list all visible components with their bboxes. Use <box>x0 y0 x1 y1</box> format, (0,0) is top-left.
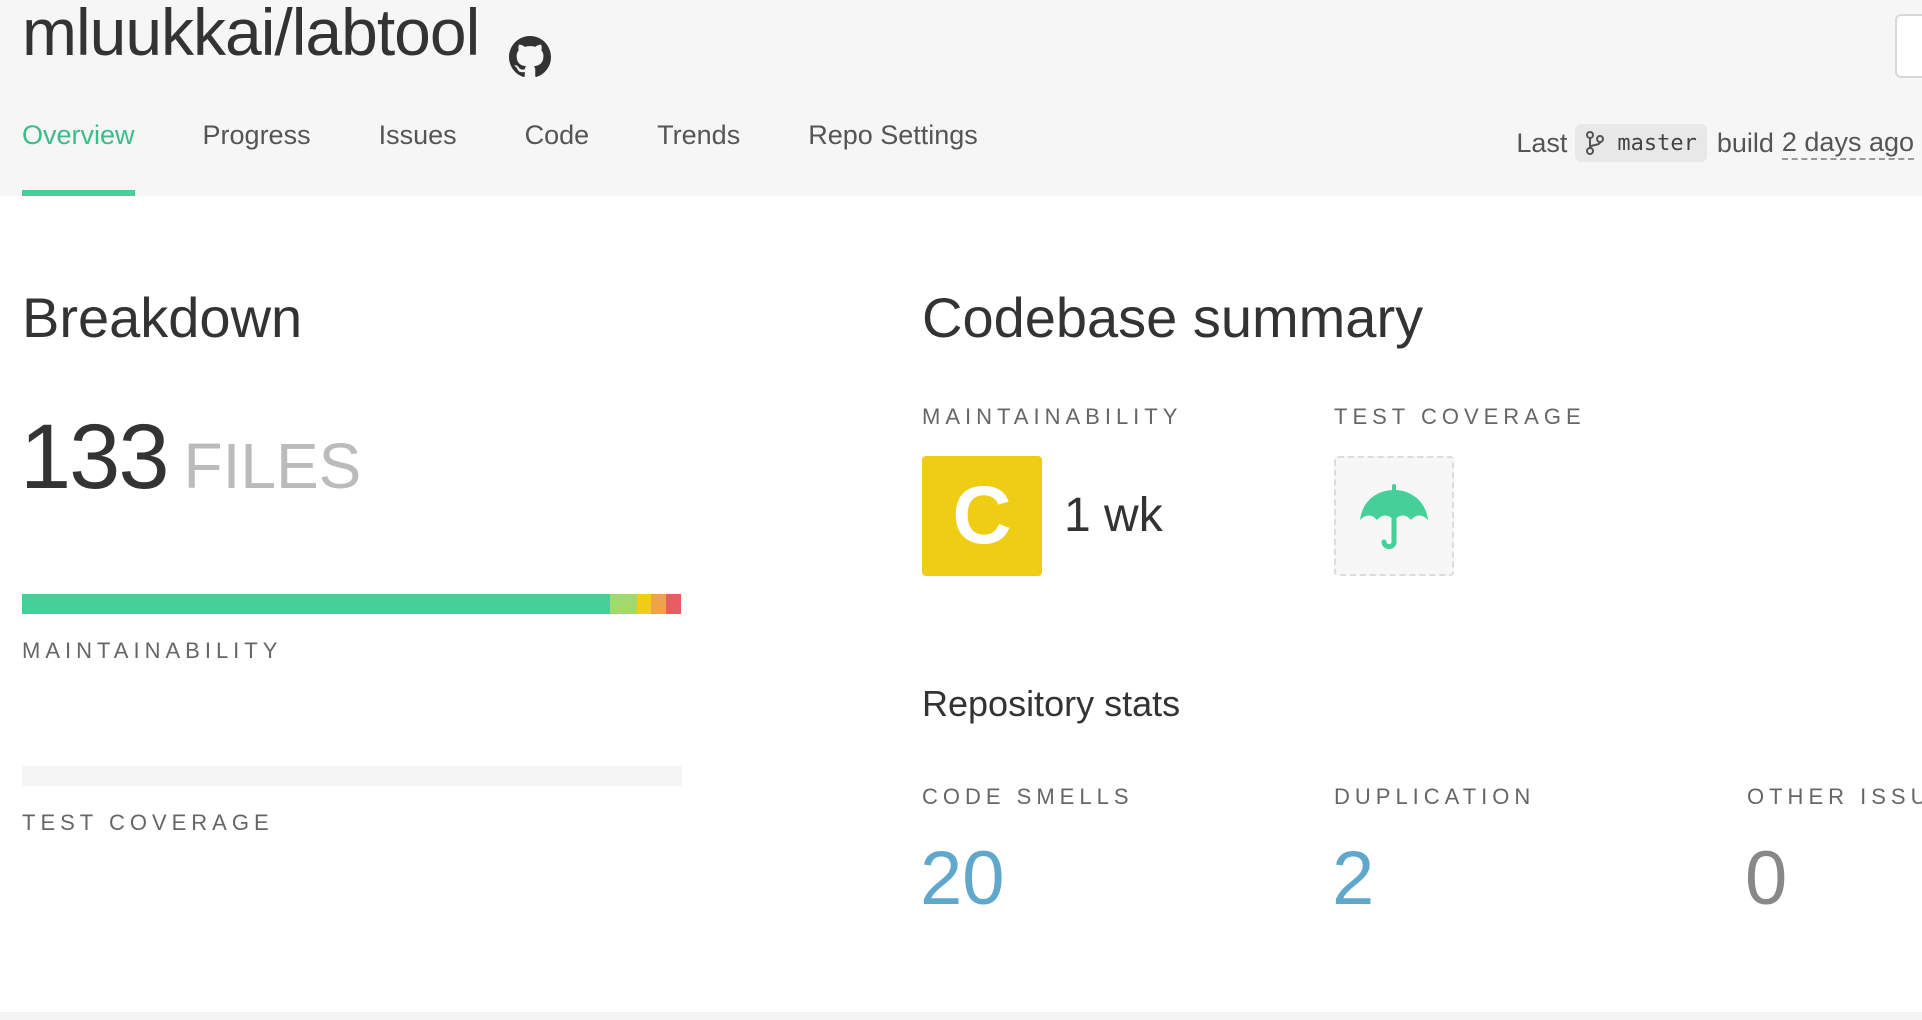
file-count-label: FILES <box>183 430 362 502</box>
other-issues-label: OTHER ISSUES <box>1747 784 1922 809</box>
branch-icon <box>1586 131 1605 155</box>
maintainability-distribution-bar[interactable] <box>22 594 681 614</box>
maintainability-segment-a[interactable] <box>22 594 610 614</box>
repo-name[interactable]: mluukkai/labtool <box>22 0 480 72</box>
technical-debt-value[interactable]: 1 wk <box>1064 488 1163 543</box>
breakdown-test-coverage-label: TEST COVERAGE <box>22 810 274 835</box>
repository-stats-title: Repository stats <box>922 683 1181 724</box>
tab-repo-settings[interactable]: Repo Settings <box>808 120 978 196</box>
last-build-prefix: Last <box>1516 127 1568 158</box>
last-build-info: Last master build 2 days ago <box>1516 124 1914 162</box>
breakdown-title: Breakdown <box>22 286 303 349</box>
repo-title: mluukkai/labtool <box>22 0 552 77</box>
tab-trends[interactable]: Trends <box>657 120 740 196</box>
maintainability-segment-c[interactable] <box>636 594 652 614</box>
test-coverage-distribution-bar[interactable] <box>22 766 682 786</box>
maintainability-grade-badge[interactable]: C <box>922 456 1042 576</box>
tab-progress[interactable]: Progress <box>203 120 311 196</box>
file-count-value: 133 <box>20 406 169 508</box>
duplication-value[interactable]: 2 <box>1332 835 1374 922</box>
umbrella-icon <box>1360 484 1428 549</box>
last-build-middle: build <box>1716 127 1774 158</box>
tab-code[interactable]: Code <box>525 120 590 196</box>
codebase-summary-title: Codebase summary <box>922 286 1424 349</box>
code-smells-label: CODE SMELLS <box>922 784 1134 809</box>
summary-maintainability-label: MAINTAINABILITY <box>922 404 1183 429</box>
maintainability-segment-b[interactable] <box>609 594 637 614</box>
maintainability-segment-f[interactable] <box>665 594 681 614</box>
duplication-label: DUPLICATION <box>1334 784 1536 809</box>
test-coverage-badge[interactable] <box>1334 456 1454 576</box>
build-time[interactable]: 2 days ago <box>1781 127 1914 160</box>
breakdown-maintainability-label: MAINTAINABILITY <box>22 638 283 663</box>
tab-issues[interactable]: Issues <box>379 120 457 196</box>
branch-badge: master <box>1575 124 1707 162</box>
repo-header: mluukkai/labtool Overview Progress Issue… <box>0 0 1922 196</box>
maintainability-segment-d[interactable] <box>651 594 666 614</box>
repo-tabs: Overview Progress Issues Code Trends Rep… <box>22 120 1046 196</box>
page-divider <box>0 1012 1922 1020</box>
header-action-button[interactable] <box>1895 14 1922 78</box>
file-count: 133 FILES <box>20 405 361 510</box>
code-smells-value[interactable]: 20 <box>920 835 1005 922</box>
tab-overview[interactable]: Overview <box>22 120 135 196</box>
other-issues-value[interactable]: 0 <box>1745 835 1787 922</box>
summary-test-coverage-label: TEST COVERAGE <box>1334 404 1586 429</box>
branch-name: master <box>1617 130 1697 156</box>
github-icon[interactable] <box>509 15 552 77</box>
